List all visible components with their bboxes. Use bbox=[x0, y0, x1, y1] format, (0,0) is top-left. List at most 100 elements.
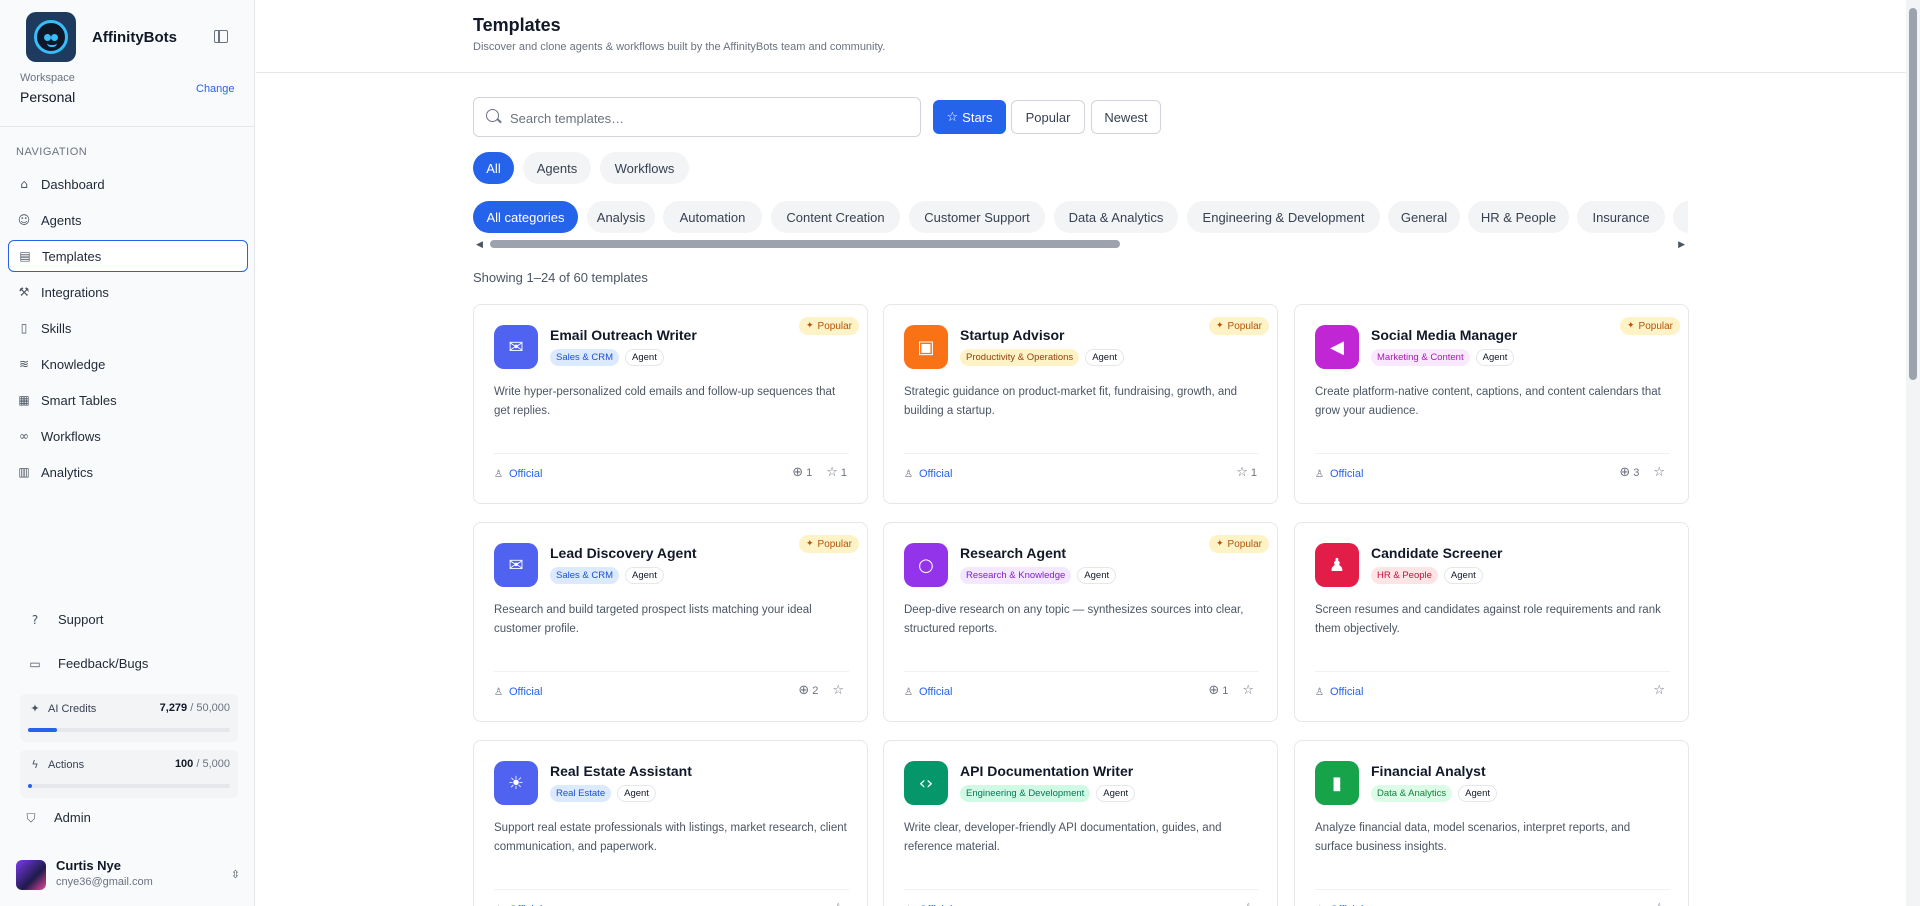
category-tag: Sales & CRM bbox=[550, 567, 620, 584]
star-button[interactable]: ☆ bbox=[1242, 901, 1257, 906]
category-automation[interactable]: Automation bbox=[663, 201, 762, 233]
results-count: Showing 1–24 of 60 templates bbox=[473, 270, 648, 285]
official-badge: ♙Official bbox=[494, 468, 543, 480]
star-button[interactable]: ☆ bbox=[832, 901, 847, 906]
category-general[interactable]: General bbox=[1388, 201, 1460, 233]
star-button[interactable]: ☆ bbox=[1653, 683, 1668, 698]
star-button[interactable]: ☆ bbox=[1242, 683, 1257, 698]
category-insurance[interactable]: Insurance bbox=[1577, 201, 1665, 233]
card-divider bbox=[1315, 453, 1670, 454]
template-card[interactable]: ○ Research Agent Research & Knowledge Agent… bbox=[883, 522, 1278, 722]
clone-count: ⊕ 1 bbox=[1208, 683, 1229, 698]
admin-link[interactable]: ⛉ Admin bbox=[24, 810, 90, 825]
bot-icon: ☺ bbox=[17, 213, 31, 227]
star-button[interactable]: ☆ bbox=[1653, 465, 1668, 480]
page-scrollbar[interactable] bbox=[1906, 0, 1920, 906]
category-scroll-thumb[interactable] bbox=[490, 240, 1120, 248]
template-description: Write clear, developer-friendly API docu… bbox=[904, 822, 1222, 853]
template-description: Support real estate professionals with l… bbox=[494, 822, 847, 853]
sidebar-item-agents[interactable]: ☺ Agents bbox=[8, 204, 248, 236]
avatar bbox=[16, 860, 46, 890]
template-card[interactable]: ✉ Email Outreach Writer Sales & CRM Agent Wr… bbox=[473, 304, 868, 504]
category-tag: Engineering & Development bbox=[960, 785, 1091, 802]
star-icon: ☆ bbox=[1653, 683, 1665, 698]
chart-icon: ▥ bbox=[18, 465, 30, 479]
sidebar-item-analytics[interactable]: ▥ Analytics bbox=[8, 456, 248, 488]
sidebar-item-smart-tables[interactable]: ▦ Smart Tables bbox=[8, 384, 248, 416]
brand[interactable]: AffinityBots bbox=[26, 12, 177, 62]
template-name: API Documentation Writer bbox=[960, 763, 1134, 779]
template-name: Email Outreach Writer bbox=[550, 327, 697, 343]
sidebar-toggle-icon[interactable] bbox=[214, 30, 228, 43]
globe-icon: ⊕ bbox=[798, 683, 810, 698]
star-button[interactable]: ☆ bbox=[832, 683, 847, 698]
search-icon: ○ bbox=[904, 543, 948, 587]
template-card[interactable]: ♟ Candidate Screener HR & People Agent Scree… bbox=[1294, 522, 1689, 722]
template-card[interactable]: ☀ Real Estate Assistant Real Estate Agent Su… bbox=[473, 740, 868, 906]
type-filter-all[interactable]: All bbox=[473, 152, 514, 184]
actions-value: 100 / 5,000 bbox=[174, 758, 230, 770]
category-tag: Research & Knowledge bbox=[960, 567, 1072, 584]
workspace-change-link[interactable]: Change bbox=[196, 83, 235, 95]
page-scroll-thumb[interactable] bbox=[1909, 8, 1917, 380]
feedback-link[interactable]: ▭ Feedback/Bugs bbox=[28, 656, 148, 671]
globe-icon: ⊕ bbox=[1619, 465, 1631, 480]
sidebar-item-dashboard[interactable]: ⌂ Dashboard bbox=[8, 168, 248, 200]
official-badge: ♙Official bbox=[1315, 686, 1364, 698]
sidebar-item-skills[interactable]: ▯ Skills bbox=[8, 312, 248, 344]
star-icon: ☆ bbox=[1653, 465, 1665, 480]
sort-newest-button[interactable]: Newest bbox=[1091, 100, 1161, 134]
card-stats: ⊕ 2 ☆ bbox=[784, 683, 847, 698]
template-card[interactable]: ▣ Startup Advisor Productivity & Operation… bbox=[883, 304, 1278, 504]
sort-stars-button[interactable]: ☆ Stars bbox=[933, 100, 1006, 134]
sidebar-item-knowledge[interactable]: ≋ Knowledge bbox=[8, 348, 248, 380]
file-code-icon: ▯ bbox=[20, 321, 28, 335]
template-card[interactable]: ▮ Financial Analyst Data & Analytics Agent A… bbox=[1294, 740, 1689, 906]
scroll-left-icon[interactable]: ◀ bbox=[476, 239, 483, 250]
category-scrollbar[interactable]: ◀ ▶ bbox=[473, 238, 1688, 250]
bar-chart-icon: ▮ bbox=[1315, 761, 1359, 805]
star-icon: ☆ bbox=[946, 109, 959, 125]
card-stats: ☆ 1 bbox=[1222, 465, 1257, 480]
search-input[interactable] bbox=[510, 107, 910, 129]
template-name: Startup Advisor bbox=[960, 327, 1065, 343]
star-button[interactable]: ☆ 1 bbox=[1236, 465, 1257, 480]
sidebar-item-workflows[interactable]: ∞ Workflows bbox=[8, 420, 248, 452]
category-all[interactable]: All categories bbox=[473, 201, 578, 233]
sidebar-item-integrations[interactable]: ⚒ Integrations bbox=[8, 276, 248, 308]
actions-meter: ϟ Actions 100 / 5,000 bbox=[20, 750, 238, 798]
category-data-analytics[interactable]: Data & Analytics bbox=[1054, 201, 1178, 233]
star-button[interactable]: ☆ bbox=[1653, 901, 1668, 906]
scroll-right-icon[interactable]: ▶ bbox=[1678, 239, 1685, 250]
type-filter-agents[interactable]: Agents bbox=[523, 152, 591, 184]
sidebar-item-templates[interactable]: ▤ Templates bbox=[8, 240, 248, 272]
category-engineering-development[interactable]: Engineering & Development bbox=[1187, 201, 1380, 233]
category-customer-support[interactable]: Customer Support bbox=[909, 201, 1045, 233]
star-icon: ☆ bbox=[832, 683, 844, 698]
template-card[interactable]: ‹› API Documentation Writer Engineering & … bbox=[883, 740, 1278, 906]
official-badge: ♙Official bbox=[904, 468, 953, 480]
support-link[interactable]: ? Support bbox=[28, 612, 104, 627]
type-filter-workflows[interactable]: Workflows bbox=[600, 152, 689, 184]
clone-count: ⊕ 3 bbox=[1619, 465, 1640, 480]
user-name: Curtis Nye bbox=[56, 858, 122, 873]
sparkle-icon: ✦ bbox=[805, 321, 814, 331]
robot-logo-icon bbox=[26, 12, 76, 62]
user-menu[interactable]: Curtis Nye cnye36@gmail.com ⇳ bbox=[16, 858, 240, 894]
brand-name: AffinityBots bbox=[92, 28, 177, 46]
user-icon: ♙ bbox=[494, 468, 503, 480]
popular-badge: ✦ Popular bbox=[798, 535, 859, 553]
template-card[interactable]: ✉ Lead Discovery Agent Sales & CRM Agent Res… bbox=[473, 522, 868, 722]
category-tag: Data & Analytics bbox=[1371, 785, 1453, 802]
category-content-creation[interactable]: Content Creation bbox=[771, 201, 900, 233]
sort-popular-button[interactable]: Popular bbox=[1011, 100, 1085, 134]
category-analysis[interactable]: Analysis bbox=[587, 201, 655, 233]
category-hr-people[interactable]: HR & People bbox=[1468, 201, 1569, 233]
globe-icon: ⊕ bbox=[792, 465, 804, 480]
category-next-partial[interactable] bbox=[1673, 201, 1688, 233]
page-header: Templates Discover and clone agents & wo… bbox=[256, 0, 1906, 73]
card-stats: ☆ bbox=[1639, 683, 1668, 698]
star-button[interactable]: ☆ 1 bbox=[826, 465, 847, 480]
template-card[interactable]: ◀ Social Media Manager Marketing & Content… bbox=[1294, 304, 1689, 504]
user-icon: ♙ bbox=[904, 686, 913, 698]
